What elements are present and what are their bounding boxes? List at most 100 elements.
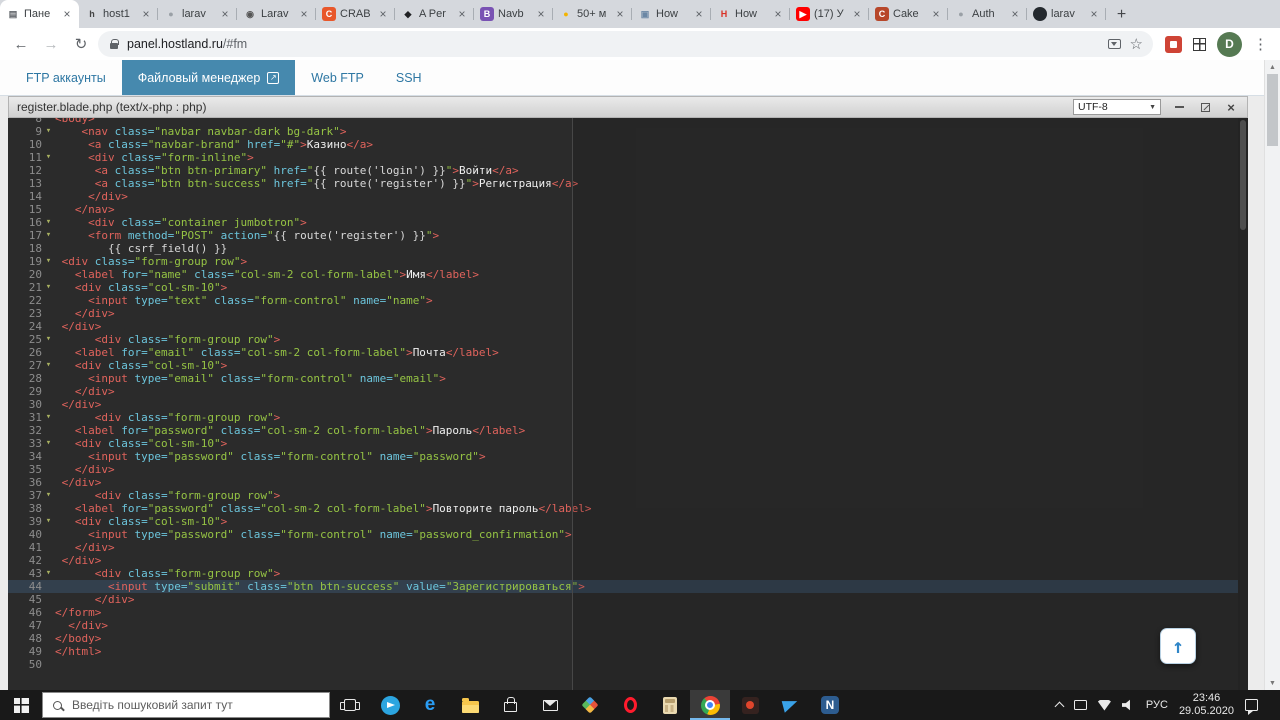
back-button[interactable]: ←: [8, 31, 34, 57]
code-line[interactable]: 16 ▾ <div class="container jumbotron">: [8, 216, 1248, 229]
action-center-icon[interactable]: [1245, 699, 1258, 715]
app-icon-dark-red[interactable]: [730, 690, 770, 720]
code-line[interactable]: 36 </div>: [8, 476, 1248, 489]
scrollbar-up-arrow-icon[interactable]: ▲: [1265, 60, 1280, 74]
code-line[interactable]: 27 ▾ <div class="col-sm-10">: [8, 359, 1248, 372]
code-line[interactable]: 48 </body>: [8, 632, 1248, 645]
code-line[interactable]: 11 ▾ <div class="form-inline">: [8, 151, 1248, 164]
code-line[interactable]: 42 </div>: [8, 554, 1248, 567]
fold-arrow-icon[interactable]: ▾: [42, 255, 55, 268]
code-line[interactable]: 15 </nav>: [8, 203, 1248, 216]
tab-close-icon[interactable]: ×: [930, 7, 942, 21]
fold-arrow-icon[interactable]: ▾: [42, 359, 55, 372]
browser-tab[interactable]: C CRAB ×: [316, 0, 395, 28]
code-line[interactable]: 24 </div>: [8, 320, 1248, 333]
editor-scrollbar[interactable]: [1238, 118, 1248, 690]
code-line[interactable]: 31 ▾ <div class="form-group row">: [8, 411, 1248, 424]
browser-tab[interactable]: C Cake ×: [869, 0, 948, 28]
taskbar-clock[interactable]: 23:46 29.05.2020: [1179, 692, 1234, 718]
tab-close-icon[interactable]: ×: [298, 7, 310, 21]
fullscreen-button[interactable]: [1197, 99, 1213, 115]
tab-close-icon[interactable]: ×: [693, 7, 705, 21]
code-line[interactable]: 17 ▾ <form method="POST" action="{{ route…: [8, 229, 1248, 242]
browser-tab[interactable]: B Navb ×: [474, 0, 553, 28]
code-line[interactable]: 19 ▾ <div class="form-group row">: [8, 255, 1248, 268]
tab-close-icon[interactable]: ×: [61, 7, 73, 21]
code-line[interactable]: 33 ▾ <div class="col-sm-10">: [8, 437, 1248, 450]
page-scrollbar[interactable]: ▲ ▼: [1264, 60, 1280, 690]
browser-tab[interactable]: ◆ A Per ×: [395, 0, 474, 28]
code-line[interactable]: 28 <input type="email" class="form-contr…: [8, 372, 1248, 385]
opera-icon[interactable]: [610, 690, 650, 720]
tab-close-icon[interactable]: ×: [140, 7, 152, 21]
extension-icon-red[interactable]: [1165, 35, 1182, 53]
code-line[interactable]: 9 ▾ <nav class="navbar navbar-dark bg-dar…: [8, 125, 1248, 138]
editor-scrollbar-thumb[interactable]: [1240, 120, 1246, 230]
chrome-menu-icon[interactable]: ⋮: [1253, 35, 1268, 53]
fold-arrow-icon[interactable]: ▾: [42, 151, 55, 164]
language-indicator[interactable]: РУС: [1146, 699, 1168, 711]
code-line[interactable]: 44 <input type="submit" class="btn btn-s…: [8, 580, 1248, 593]
code-line[interactable]: 40 <input type="password" class="form-co…: [8, 528, 1248, 541]
browser-tab[interactable]: larav ×: [1027, 0, 1106, 28]
calculator-icon[interactable]: [650, 690, 690, 720]
minimize-button[interactable]: [1171, 99, 1187, 115]
tab-close-icon[interactable]: ×: [377, 7, 389, 21]
browser-tab[interactable]: ◉ Larav ×: [237, 0, 316, 28]
display-icon[interactable]: [1073, 700, 1087, 710]
browser-tab[interactable]: ● 50+ м ×: [553, 0, 632, 28]
code-line[interactable]: 41 </div>: [8, 541, 1248, 554]
code-line[interactable]: 45 </div>: [8, 593, 1248, 606]
browser-tab[interactable]: h host1 ×: [79, 0, 158, 28]
code-line[interactable]: 25 ▾ <div class="form-group row">: [8, 333, 1248, 346]
fold-arrow-icon[interactable]: ▾: [42, 437, 55, 450]
code-line[interactable]: 23 </div>: [8, 307, 1248, 320]
fold-arrow-icon[interactable]: ▾: [42, 229, 55, 242]
browser-tab[interactable]: ▣ How ×: [632, 0, 711, 28]
bookmark-star-icon[interactable]: ☆: [1130, 37, 1143, 52]
tab-close-icon[interactable]: ×: [1088, 7, 1100, 21]
app-icon-blue-n[interactable]: N: [810, 690, 850, 720]
tab-close-icon[interactable]: ×: [219, 7, 231, 21]
browser-tab[interactable]: ▤ Пане ×: [0, 0, 79, 28]
code-line[interactable]: 14 </div>: [8, 190, 1248, 203]
start-button[interactable]: [0, 690, 42, 720]
new-tab-button[interactable]: +: [1109, 2, 1134, 27]
code-line[interactable]: 38 <label for="password" class="col-sm-2…: [8, 502, 1248, 515]
edge-icon[interactable]: e: [410, 690, 450, 720]
fold-arrow-icon[interactable]: ▾: [42, 125, 55, 138]
code-line[interactable]: 30 </div>: [8, 398, 1248, 411]
forward-button[interactable]: →: [38, 31, 64, 57]
network-icon[interactable]: [1097, 699, 1111, 711]
site-nav-item[interactable]: FTP аккаунты: [10, 60, 122, 95]
photos-icon[interactable]: [570, 690, 610, 720]
site-nav-item[interactable]: Web FTP: [295, 60, 380, 95]
code-line[interactable]: 12 <a class="btn btn-primary" href="{{ r…: [8, 164, 1248, 177]
tab-close-icon[interactable]: ×: [535, 7, 547, 21]
profile-avatar[interactable]: D: [1217, 31, 1242, 57]
site-nav-item[interactable]: SSH: [380, 60, 438, 95]
page-scrollbar-thumb[interactable]: [1267, 74, 1278, 146]
browser-tab[interactable]: ▶ (17) У ×: [790, 0, 869, 28]
code-line[interactable]: 50: [8, 658, 1248, 671]
browser-tab[interactable]: ● Auth ×: [948, 0, 1027, 28]
task-view-button[interactable]: [330, 690, 370, 720]
tab-close-icon[interactable]: ×: [772, 7, 784, 21]
encoding-select[interactable]: UTF-8 ▼: [1073, 99, 1161, 115]
code-line[interactable]: 49 </html>: [8, 645, 1248, 658]
fold-arrow-icon[interactable]: ▾: [42, 489, 55, 502]
mail-icon[interactable]: [530, 690, 570, 720]
fold-arrow-icon[interactable]: ▾: [42, 567, 55, 580]
fold-arrow-icon[interactable]: ▾: [42, 216, 55, 229]
code-area[interactable]: 8 <body> 9 ▾ <nav class="navbar navbar-dark…: [8, 118, 1248, 671]
code-line[interactable]: 37 ▾ <div class="form-group row">: [8, 489, 1248, 502]
install-icon[interactable]: [1107, 39, 1121, 49]
taskbar-search[interactable]: Введіть пошуковий запит тут: [42, 692, 330, 718]
code-line[interactable]: 20 <label for="name" class="col-sm-2 col…: [8, 268, 1248, 281]
tab-close-icon[interactable]: ×: [456, 7, 468, 21]
code-line[interactable]: 21 ▾ <div class="col-sm-10">: [8, 281, 1248, 294]
fold-arrow-icon[interactable]: ▾: [42, 515, 55, 528]
code-line[interactable]: 47 </div>: [8, 619, 1248, 632]
code-line[interactable]: 26 <label for="email" class="col-sm-2 co…: [8, 346, 1248, 359]
address-bar[interactable]: panel.hostland.ru/#fm ☆: [98, 31, 1153, 57]
